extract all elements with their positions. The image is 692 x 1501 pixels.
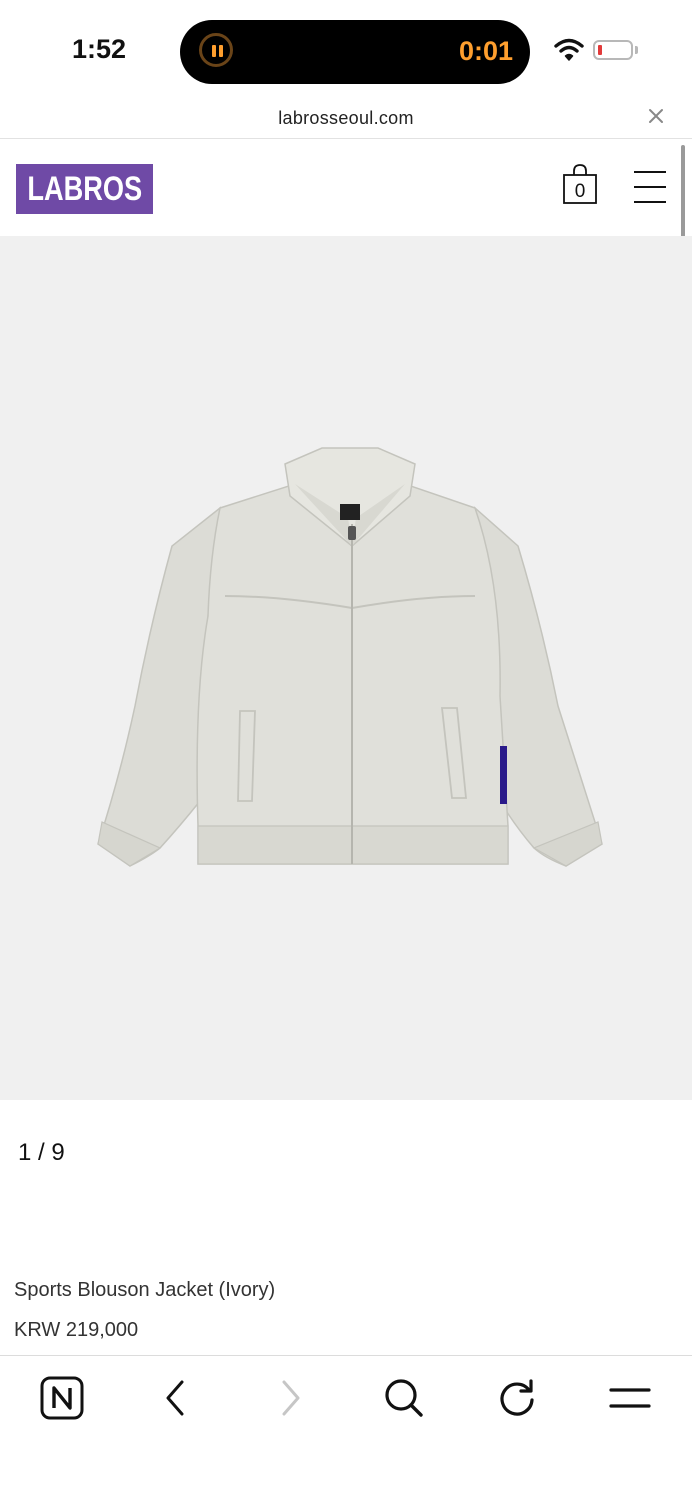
pause-icon[interactable] bbox=[199, 33, 233, 67]
cart-count: 0 bbox=[574, 181, 586, 202]
jacket-image bbox=[97, 447, 603, 867]
image-counter: 1 / 9 bbox=[18, 1139, 65, 1166]
forward-arrow-icon[interactable] bbox=[268, 1376, 312, 1420]
browser-url-bar[interactable]: labrosseoul.com bbox=[0, 100, 692, 139]
browser-toolbar bbox=[0, 1355, 692, 1501]
battery-tip bbox=[635, 46, 638, 54]
battery-low-icon bbox=[593, 40, 633, 60]
dynamic-island[interactable]: 0:01 bbox=[180, 20, 530, 84]
logo-text: LABROS bbox=[27, 169, 142, 208]
url-text[interactable]: labrosseoul.com bbox=[0, 108, 692, 129]
naver-home-icon[interactable] bbox=[40, 1376, 84, 1420]
cart-button[interactable]: 0 bbox=[562, 163, 598, 205]
timer-readout: 0:01 bbox=[458, 36, 513, 66]
product-name: Sports Blouson Jacket (Ivory) bbox=[14, 1279, 276, 1301]
back-arrow-icon[interactable] bbox=[154, 1376, 198, 1420]
labros-logo[interactable]: LABROS bbox=[16, 164, 153, 214]
status-bar: 1:52 0:01 bbox=[0, 0, 692, 100]
hamburger-menu-icon[interactable] bbox=[634, 171, 666, 205]
menu-icon[interactable] bbox=[608, 1376, 652, 1420]
product-image[interactable] bbox=[0, 236, 692, 1100]
search-icon[interactable] bbox=[382, 1376, 426, 1420]
site-header: LABROS 0 bbox=[0, 139, 692, 236]
product-price: KRW 219,000 bbox=[14, 1319, 139, 1341]
close-icon[interactable] bbox=[646, 106, 666, 126]
reload-icon[interactable] bbox=[495, 1376, 539, 1420]
wifi-icon bbox=[554, 38, 584, 61]
status-time: 1:52 bbox=[72, 34, 127, 64]
